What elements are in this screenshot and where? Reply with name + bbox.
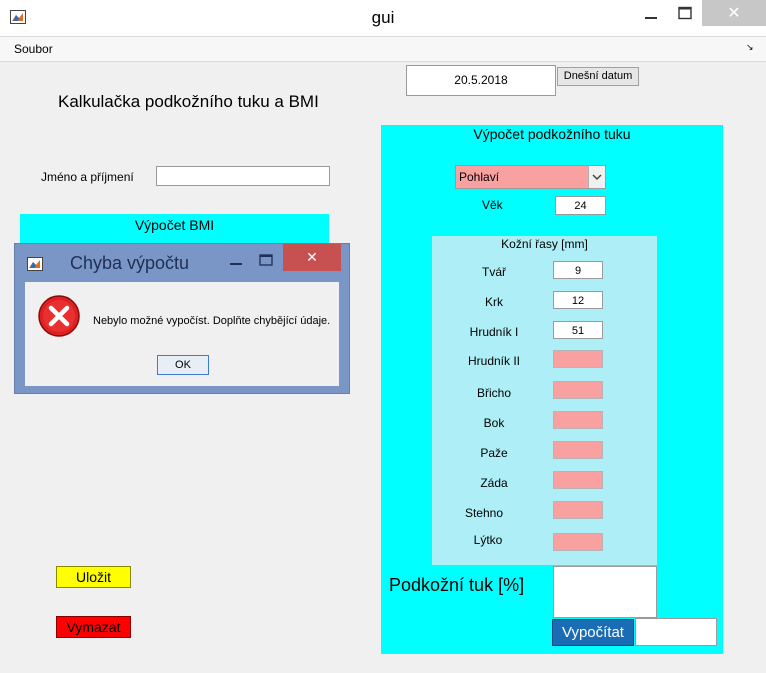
ok-button[interactable]: OK <box>157 355 209 375</box>
fold-label-neck: Krk <box>485 295 503 309</box>
menu-file[interactable]: Soubor <box>14 42 53 56</box>
fold-label-face: Tvář <box>482 265 506 279</box>
fold-label-arm: Paže <box>480 446 508 460</box>
fat-result-field <box>553 566 657 618</box>
bmi-panel-title: Výpočet BMI <box>20 214 329 244</box>
fat-panel-title: Výpočet podkožního tuku <box>473 126 631 142</box>
gender-select[interactable]: Pohlaví <box>455 165 606 189</box>
menu-expand-icon[interactable]: ↘ <box>746 42 754 53</box>
fold-label-back: Záda <box>480 476 508 490</box>
fold-label-chest-2: Hrudník II <box>467 354 521 368</box>
gender-select-value: Pohlaví <box>459 170 500 184</box>
matlab-app-icon <box>27 257 43 271</box>
fold-input-hip[interactable] <box>553 411 603 429</box>
name-label: Jméno a příjmení <box>41 170 134 184</box>
fold-input-chest-2[interactable] <box>553 350 603 368</box>
fold-input-thigh[interactable] <box>553 501 603 519</box>
date-field[interactable]: 20.5.2018 <box>406 65 556 96</box>
age-label: Věk <box>482 198 503 212</box>
save-button[interactable]: Uložit <box>56 566 131 588</box>
today-date-button[interactable]: Dnešní datum <box>557 67 639 86</box>
error-icon <box>37 294 81 338</box>
dialog-maximize-button[interactable] <box>251 250 281 270</box>
fold-input-back[interactable] <box>553 471 603 489</box>
maximize-button[interactable] <box>670 0 700 26</box>
fold-input-face[interactable]: 9 <box>553 261 603 279</box>
page-title: Kalkulačka podkožního tuku a BMI <box>58 92 319 111</box>
close-button[interactable]: ✕ <box>702 0 766 26</box>
minimize-button[interactable] <box>636 0 666 26</box>
name-input[interactable] <box>156 166 330 186</box>
fold-input-arm[interactable] <box>553 441 603 459</box>
menu-bar <box>0 36 766 62</box>
clear-button[interactable]: Vymazat <box>56 616 131 638</box>
dialog-message: Nebylo možné vypočíst. Doplňte chybějící… <box>93 315 331 327</box>
fold-label-hip: Bok <box>483 416 505 430</box>
age-input[interactable]: 24 <box>555 196 606 215</box>
close-icon: ✕ <box>306 249 318 265</box>
fold-label-chest-1: Hrudník I <box>469 325 519 339</box>
fold-input-chest-1[interactable]: 51 <box>553 321 603 339</box>
dialog-close-button[interactable]: ✕ <box>283 244 341 271</box>
fold-input-neck[interactable]: 12 <box>553 291 603 309</box>
fat-result-label: Podkožní tuk [%] <box>389 575 525 595</box>
fold-label-thigh: Stehno <box>464 506 504 520</box>
dialog-minimize-button[interactable] <box>221 250 251 270</box>
dialog-title: Chyba výpočtu <box>70 253 190 273</box>
fold-label-belly: Břicho <box>476 386 511 400</box>
fold-input-calf[interactable] <box>553 533 603 551</box>
dialog-body: Nebylo možné vypočíst. Doplňte chybějící… <box>25 282 339 386</box>
fold-label-calf: Lýtko <box>473 533 503 547</box>
skin-folds-title: Kožní řasy [mm] <box>501 237 588 251</box>
compute-button[interactable]: Vypočítat <box>552 619 634 646</box>
compute-output-field <box>635 618 717 646</box>
close-icon: ✕ <box>727 5 741 22</box>
error-dialog: Chyba výpočtu ✕ Nebylo možné vypočíst. D… <box>14 243 350 394</box>
fold-input-belly[interactable] <box>553 381 603 399</box>
chevron-down-icon <box>588 166 605 188</box>
